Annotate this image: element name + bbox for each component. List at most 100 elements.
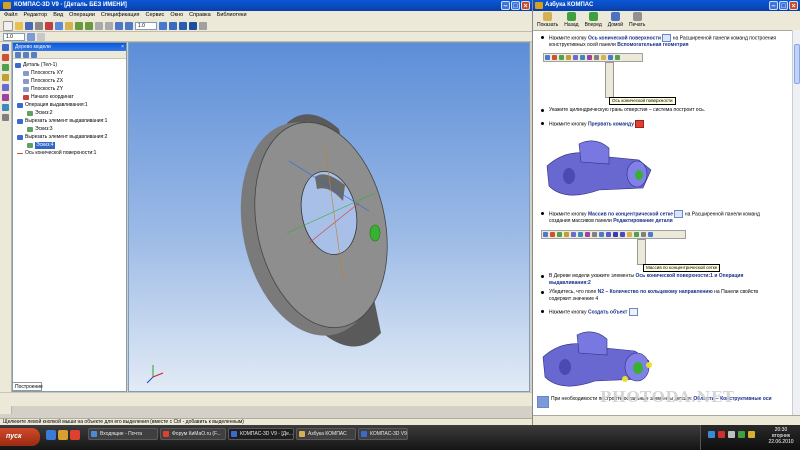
tooltip-array: Массив по концентрической сетке <box>643 264 721 272</box>
volume-icon[interactable] <box>728 431 735 438</box>
menu-specification[interactable]: Спецификация <box>101 11 140 20</box>
copy-icon[interactable] <box>55 21 63 30</box>
redo-icon[interactable] <box>85 21 93 30</box>
create-object-icon <box>628 308 638 316</box>
save-icon[interactable] <box>25 21 33 30</box>
home-icon <box>610 12 620 21</box>
minimize-button[interactable]: – <box>501 1 510 10</box>
help-close-button[interactable]: × <box>789 1 798 10</box>
sketch-icon <box>27 143 33 148</box>
grid-icon[interactable] <box>37 32 45 41</box>
tree-item-cut-1[interactable]: Вырезать элемент выдавливания:1 <box>17 118 107 125</box>
tree-item-origin[interactable]: Начало координат <box>23 94 74 101</box>
help-scrollbar[interactable] <box>792 30 800 415</box>
step-create-object: Нажмите кнопку Создать объект <box>541 308 781 316</box>
forward-button[interactable]: Вперед <box>585 11 602 30</box>
back-button[interactable]: Назад <box>564 11 579 30</box>
scrollbar-thumb[interactable] <box>794 44 800 84</box>
kompas-title: КОМПАС-3D V9 - [Деталь БЕЗ ИМЕНИ] <box>14 2 127 8</box>
show-icon <box>543 12 553 21</box>
halftone-icon[interactable] <box>189 21 197 30</box>
shaded-icon[interactable] <box>169 21 177 30</box>
clock[interactable]: 20:30 вторник 22.06.2010 <box>762 427 800 445</box>
tree-item-sketch-2[interactable]: Эскиз:2 <box>27 110 53 117</box>
back-arrow-icon <box>566 12 576 21</box>
axis-flyout <box>605 62 614 98</box>
tab-construction[interactable]: Построение <box>12 382 43 391</box>
part-icon <box>15 63 21 68</box>
3d-viewport[interactable] <box>128 42 530 392</box>
menu-editor[interactable]: Редактор <box>24 11 48 20</box>
task-azbuka[interactable]: Азбука КОМПАС <box>296 428 356 440</box>
task-mail[interactable]: Входящие - Почта <box>88 428 158 440</box>
maximize-button[interactable]: □ <box>511 1 520 10</box>
surface-tool-icon[interactable] <box>2 94 9 101</box>
print-icon <box>632 12 642 21</box>
sketch-tool-icon[interactable] <box>2 64 9 71</box>
open-icon[interactable] <box>15 21 23 30</box>
undo-icon[interactable] <box>75 21 83 30</box>
show-button[interactable]: Показать <box>537 11 558 30</box>
print-icon[interactable] <box>35 21 43 30</box>
tree-item-sketch-3[interactable]: Эскиз:3 <box>27 126 53 133</box>
zoom-in-icon[interactable] <box>95 21 103 30</box>
help-minimize-button[interactable]: – <box>769 1 778 10</box>
tree-sort-icon[interactable] <box>23 52 29 58</box>
zoom-combo[interactable]: 1.0 <box>135 21 157 30</box>
spec-tool-icon[interactable] <box>2 104 9 111</box>
close-icon[interactable]: × <box>121 43 124 51</box>
menu-operations[interactable]: Операции <box>69 11 95 20</box>
tree-item-part[interactable]: Деталь (Тел-1) <box>15 62 57 69</box>
opera-icon[interactable] <box>70 430 80 440</box>
tree-item-plane-zy[interactable]: Плоскость ZY <box>23 86 63 93</box>
cut-icon[interactable] <box>45 21 53 30</box>
keyboard-layout-icon[interactable] <box>738 431 745 438</box>
start-button[interactable]: пуск <box>0 428 40 446</box>
folder-icon[interactable] <box>58 430 68 440</box>
print-button[interactable]: Печать <box>629 11 645 30</box>
tree-item-extrusion[interactable]: Операция выдавливания:1 <box>17 102 88 109</box>
menu-service[interactable]: Сервис <box>146 11 165 20</box>
edit-part-tool-icon[interactable] <box>2 44 9 51</box>
measure-tool-icon[interactable] <box>2 74 9 81</box>
home-button[interactable]: Домой <box>608 11 623 30</box>
task-kompas[interactable]: КОМПАС-3D V9 <box>358 428 408 440</box>
view-orientation-icon[interactable] <box>159 21 167 30</box>
rotate-icon[interactable] <box>125 21 133 30</box>
wireframe-icon[interactable] <box>179 21 187 30</box>
tree-expand-icon[interactable] <box>31 52 37 58</box>
tree-item-plane-zx[interactable]: Плоскость ZX <box>23 78 63 85</box>
zoom-out-icon[interactable] <box>105 21 113 30</box>
ie-icon[interactable] <box>46 430 56 440</box>
menu-libraries[interactable]: Библиотеки <box>217 11 247 20</box>
tree-item-axis[interactable]: Ось конической поверхности:1 <box>17 150 96 157</box>
plane-icon <box>23 71 29 76</box>
task-kompas-detail[interactable]: КОМПАС-3D V9 - [Де... <box>228 428 294 440</box>
help-maximize-button[interactable]: □ <box>779 1 788 10</box>
snap-icon[interactable] <box>27 32 35 41</box>
network-icon[interactable] <box>708 431 715 438</box>
pan-icon[interactable] <box>115 21 123 30</box>
axis-cone-icon <box>662 34 672 42</box>
antivirus-icon[interactable] <box>718 431 725 438</box>
paste-icon[interactable] <box>65 21 73 30</box>
menu-view[interactable]: Вид <box>53 11 63 20</box>
clock-date: 22.06.2010 <box>768 439 794 445</box>
task-forum[interactable]: Форум КиМаО.ru (F... <box>160 428 226 440</box>
new-file-icon[interactable] <box>3 20 13 31</box>
plane-icon <box>23 79 29 84</box>
aux-geometry-tool-icon[interactable] <box>2 54 9 61</box>
tree-view-icon[interactable] <box>15 52 21 58</box>
report-tool-icon[interactable] <box>2 114 9 121</box>
power-icon[interactable] <box>748 431 755 438</box>
filter-tool-icon[interactable] <box>2 84 9 91</box>
step-combo[interactable]: 1.0 <box>3 32 25 41</box>
tree-item-sketch-4[interactable]: Эскиз:4 <box>27 142 55 149</box>
perspective-icon[interactable] <box>199 21 207 30</box>
close-button[interactable]: × <box>521 1 530 10</box>
menu-window[interactable]: Окно <box>170 11 183 20</box>
menu-file[interactable]: Файл <box>4 11 18 20</box>
menu-help[interactable]: Справка <box>189 11 211 20</box>
tree-item-cut-2[interactable]: Вырезать элемент выдавливания:2 <box>17 134 107 141</box>
tree-item-plane-xy[interactable]: Плоскость XY <box>23 70 63 77</box>
